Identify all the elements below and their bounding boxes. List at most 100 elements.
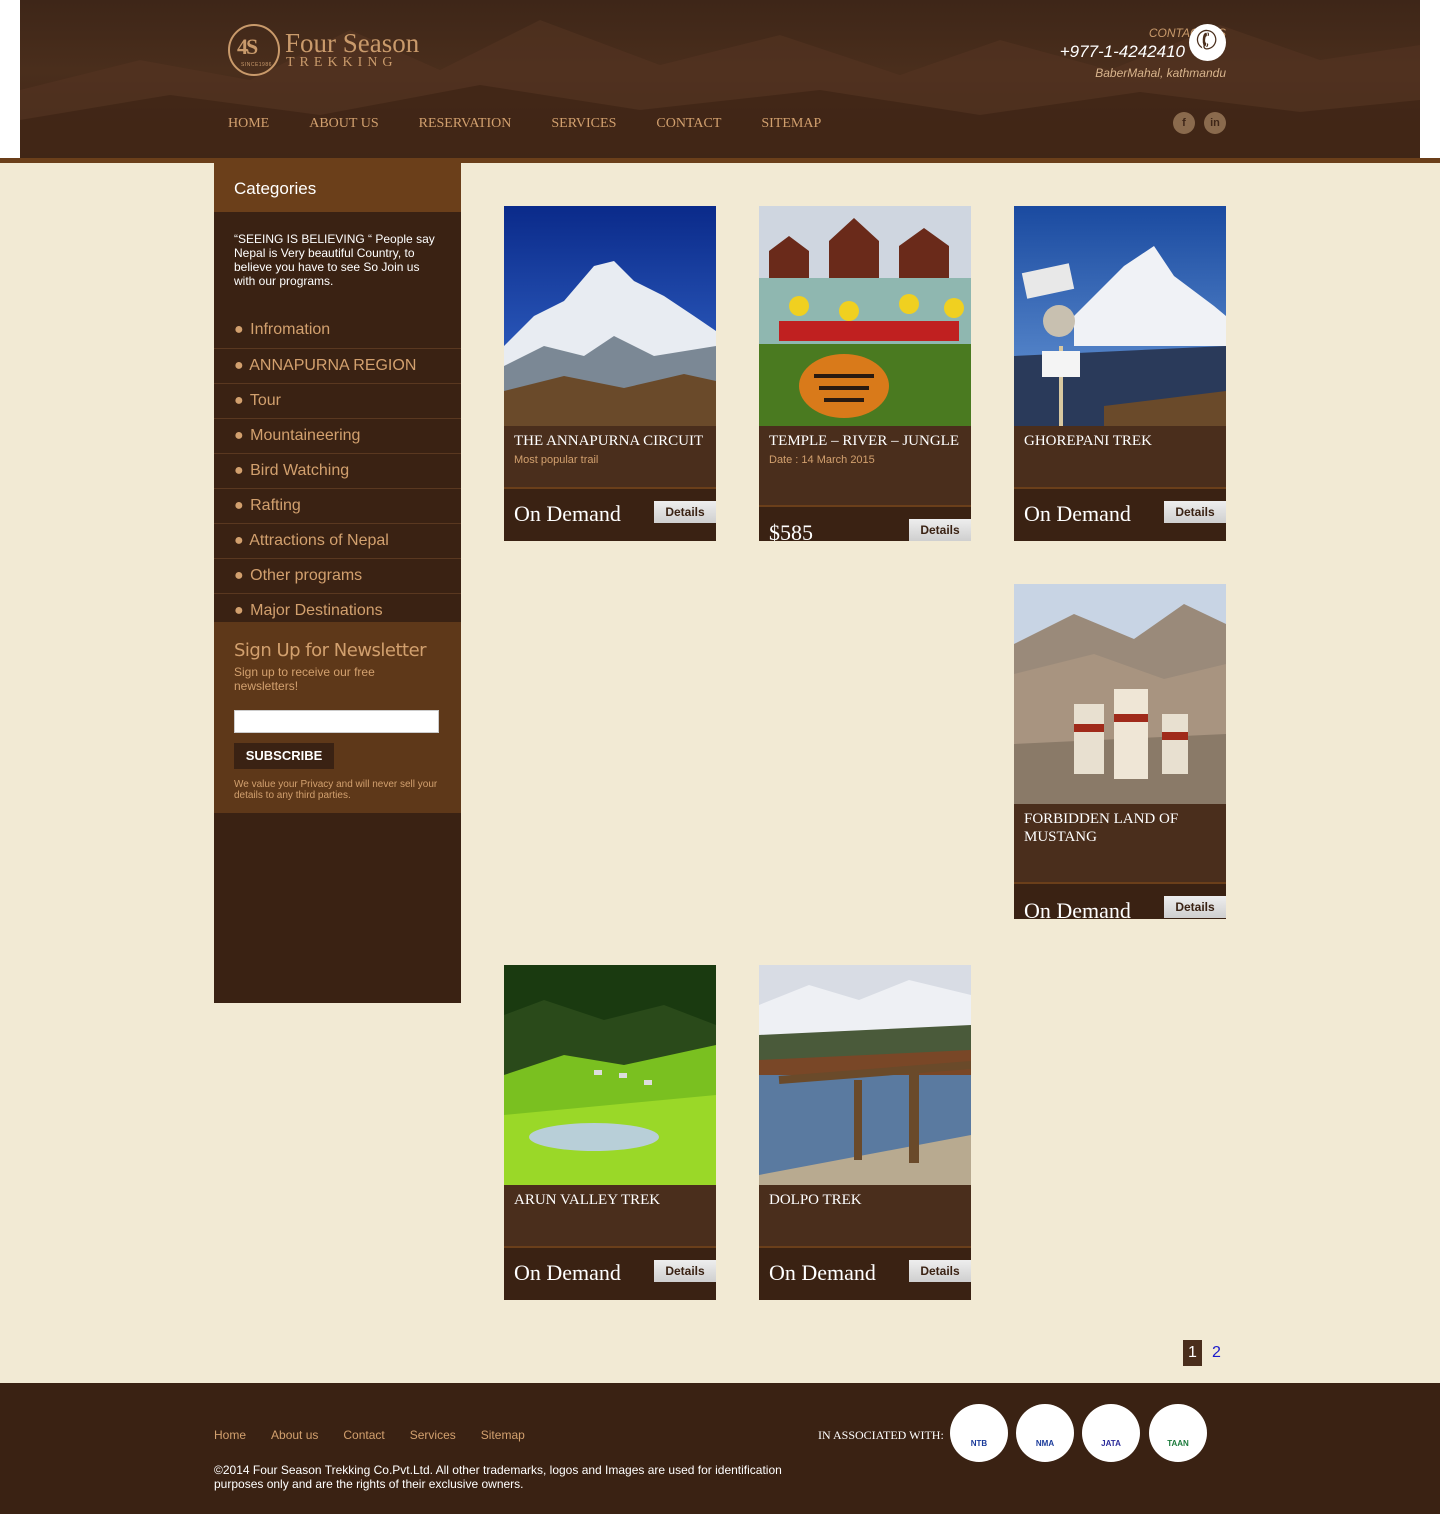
- main-nav: HOME ABOUT US RESERVATION SERVICES CONTA…: [228, 116, 861, 132]
- footer-link-home[interactable]: Home: [214, 1428, 246, 1442]
- tour-image[interactable]: [504, 965, 716, 1185]
- tour-date: Date : 14 March 2015: [769, 454, 875, 466]
- bullet-icon: ●: [234, 427, 244, 444]
- category-label: Bird Watching: [250, 462, 350, 479]
- contact-address: BaberMahal, kathmandu: [1095, 66, 1226, 80]
- tour-image[interactable]: [759, 206, 971, 426]
- tour-card[interactable]: GHOREPANI TREK On Demand Details: [1014, 206, 1226, 541]
- newsletter-subtitle: Sign up to receive our free newsletters!: [234, 665, 375, 693]
- category-item[interactable]: ● Bird Watching: [214, 453, 461, 488]
- nav-reservation[interactable]: RESERVATION: [419, 116, 512, 132]
- ntb-logo[interactable]: NTB: [950, 1404, 1008, 1462]
- taan-label: TAAN: [1167, 1439, 1189, 1448]
- details-button[interactable]: Details: [909, 1260, 971, 1282]
- page-2-link[interactable]: 2: [1212, 1340, 1221, 1366]
- newsletter-title: Sign Up for Newsletter: [234, 640, 427, 661]
- tour-price: On Demand: [514, 1260, 621, 1285]
- category-item[interactable]: ● Infromation: [214, 313, 461, 348]
- nma-logo[interactable]: NMA: [1016, 1404, 1074, 1462]
- category-label: Tour: [249, 392, 281, 409]
- header-wrapper: 4S SINCE1986 Four Season TREKKING CONTAC…: [0, 0, 1440, 163]
- category-item[interactable]: ● Attractions of Nepal: [214, 523, 461, 558]
- subscribe-button[interactable]: SUBSCRIBE: [234, 743, 334, 769]
- nav-about-us[interactable]: ABOUT US: [309, 116, 378, 132]
- tour-footer: On Demand Details: [759, 1246, 971, 1300]
- tour-image[interactable]: [759, 965, 971, 1185]
- footer-link-about-us[interactable]: About us: [271, 1428, 318, 1442]
- ghorepani-photo: [1014, 206, 1226, 426]
- category-item[interactable]: ● Rafting: [214, 488, 461, 523]
- jata-label: JATA: [1101, 1439, 1121, 1448]
- bullet-icon: ●: [234, 321, 244, 338]
- category-label: Major Destinations: [250, 602, 383, 619]
- linkedin-icon[interactable]: in: [1204, 112, 1226, 134]
- nma-label: NMA: [1035, 1439, 1055, 1448]
- copyright: ©2014 Four Season Trekking Co.Pvt.Ltd. A…: [214, 1463, 782, 1491]
- category-label: ANNAPURNA REGION: [249, 357, 417, 374]
- jata-logo[interactable]: JATA: [1082, 1404, 1140, 1462]
- site-footer: Home About us Contact Services Sitemap ©…: [0, 1383, 1440, 1514]
- tour-title[interactable]: FORBIDDEN LAND OF MUSTANG: [1014, 804, 1226, 846]
- phone-icon: [1189, 24, 1226, 61]
- annapurna-photo: [504, 206, 716, 426]
- footer-link-services[interactable]: Services: [410, 1428, 456, 1442]
- dolpo-photo: [759, 965, 971, 1185]
- bullet-icon: ●: [234, 392, 244, 409]
- tour-footer: On Demand Details: [1014, 487, 1226, 541]
- category-label: Attractions of Nepal: [249, 532, 389, 549]
- tour-card[interactable]: ARUN VALLEY TREK On Demand Details: [504, 965, 716, 1300]
- taan-logo[interactable]: TAAN: [1149, 1404, 1207, 1462]
- tour-subtitle: [1014, 846, 1226, 850]
- facebook-icon[interactable]: f: [1173, 112, 1195, 134]
- tour-price: On Demand: [769, 1260, 876, 1285]
- logo-mark: 4S: [237, 34, 258, 59]
- nav-home[interactable]: HOME: [228, 116, 269, 132]
- newsletter-email-input[interactable]: [234, 710, 439, 733]
- details-button[interactable]: Details: [654, 1260, 716, 1282]
- contact-phone: +977-1-4242410: [1059, 42, 1185, 61]
- category-item[interactable]: ● Other programs: [214, 558, 461, 593]
- tour-price: On Demand: [1024, 898, 1131, 919]
- footer-link-contact[interactable]: Contact: [343, 1428, 384, 1442]
- logo-subtitle: TREKKING: [286, 55, 398, 70]
- categories-intro: “SEEING IS BELIEVING “ People say Nepal …: [234, 232, 435, 288]
- tour-subtitle: [759, 1209, 971, 1213]
- tour-image[interactable]: [504, 206, 716, 426]
- arun-valley-photo: [504, 965, 716, 1185]
- details-button[interactable]: Details: [654, 501, 716, 523]
- details-button[interactable]: Details: [909, 519, 971, 541]
- bullet-icon: ●: [234, 602, 244, 619]
- nav-contact[interactable]: CONTACT: [656, 116, 721, 132]
- category-item[interactable]: ● ANNAPURNA REGION: [214, 348, 461, 383]
- tour-title[interactable]: ARUN VALLEY TREK: [504, 1185, 716, 1209]
- category-item[interactable]: ● Mountaineering: [214, 418, 461, 453]
- tour-title[interactable]: THE ANNAPURNA CIRCUIT: [504, 426, 716, 450]
- tour-subtitle: [1014, 450, 1226, 454]
- categories-heading: Categories: [214, 162, 461, 212]
- nav-sitemap[interactable]: SITEMAP: [761, 116, 821, 132]
- tour-price: On Demand: [1024, 501, 1131, 526]
- details-button[interactable]: Details: [1164, 501, 1226, 523]
- tour-image[interactable]: [1014, 206, 1226, 426]
- tour-title[interactable]: DOLPO TREK: [759, 1185, 971, 1209]
- logo-since: SINCE1986: [241, 62, 272, 68]
- associated-label: IN ASSOCIATED WITH:: [818, 1428, 944, 1442]
- tour-card[interactable]: TEMPLE – RIVER – JUNGLE Date : 14 March …: [759, 206, 971, 541]
- tour-price: On Demand: [514, 501, 621, 526]
- bullet-icon: ●: [234, 357, 244, 374]
- tour-card[interactable]: DOLPO TREK On Demand Details: [759, 965, 971, 1300]
- nav-services[interactable]: SERVICES: [551, 116, 616, 132]
- tour-title[interactable]: GHOREPANI TREK: [1014, 426, 1226, 450]
- newsletter-privacy: We value your Privacy and will never sel…: [234, 779, 438, 801]
- tour-card[interactable]: THE ANNAPURNA CIRCUIT Most popular trail…: [504, 206, 716, 541]
- site-logo[interactable]: 4S SINCE1986 Four Season TREKKING: [228, 24, 448, 80]
- tour-image[interactable]: [1014, 584, 1226, 804]
- ntb-label: NTB: [970, 1439, 988, 1448]
- category-item[interactable]: ● Tour: [214, 383, 461, 418]
- page-1-current[interactable]: 1: [1183, 1340, 1202, 1366]
- tour-title[interactable]: TEMPLE – RIVER – JUNGLE: [759, 426, 971, 450]
- tour-card[interactable]: FORBIDDEN LAND OF MUSTANG On Demand Deta…: [1014, 584, 1226, 919]
- newsletter-box: Sign Up for Newsletter Sign up to receiv…: [214, 622, 461, 813]
- details-button[interactable]: Details: [1164, 896, 1226, 918]
- footer-link-sitemap[interactable]: Sitemap: [481, 1428, 525, 1442]
